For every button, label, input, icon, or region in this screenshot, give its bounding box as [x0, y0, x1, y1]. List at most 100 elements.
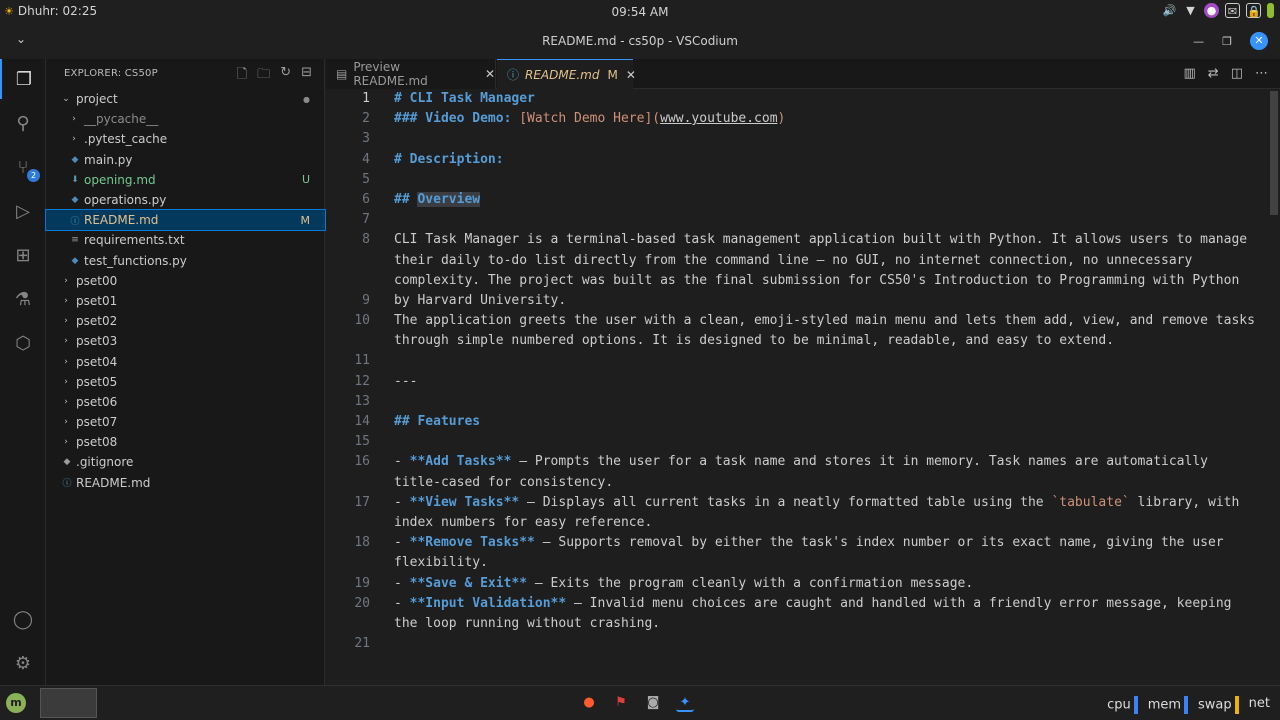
code-line[interactable]: 4 # Description:	[326, 150, 1266, 170]
token: www.youtube.com	[660, 111, 778, 127]
tree-folder[interactable]: › pset00	[46, 271, 325, 291]
code-line[interactable]: 15	[326, 432, 1266, 452]
compare-changes-icon[interactable]: ⇄	[1208, 66, 1219, 81]
code-line[interactable]: 6 ## Overview	[326, 190, 1266, 210]
tree-item[interactable]: ◆ test_functions.py	[46, 251, 325, 271]
source-control-icon[interactable]: ⑂ 2	[0, 147, 46, 187]
more-actions-icon[interactable]: ⋯	[1255, 66, 1268, 81]
wifi-icon[interactable]: ▼	[1183, 3, 1198, 18]
vpn-icon[interactable]: ●	[1204, 3, 1219, 18]
tree-folder[interactable]: › pset07	[46, 412, 325, 432]
chat-icon[interactable]: ✉	[1225, 3, 1240, 18]
swap-monitor[interactable]: swap	[1198, 696, 1239, 714]
close-icon[interactable]: ✕	[626, 68, 636, 82]
vscodium-icon[interactable]: ✦	[676, 694, 694, 712]
taskbar-window-vscodium[interactable]	[40, 688, 97, 718]
tree-item[interactable]: ≡ requirements.txt	[46, 230, 325, 250]
code-line[interactable]: 16 - **Add Tasks** — Prompts the user for…	[326, 452, 1266, 492]
close-window-button[interactable]: ✕	[1250, 32, 1268, 50]
line-number: 9	[362, 292, 370, 308]
code-line[interactable]: 2 ### Video Demo: [Watch Demo Here](www.y…	[326, 109, 1266, 129]
tree-folder[interactable]: › pset03	[46, 331, 325, 351]
line-number: 13	[354, 393, 370, 409]
maximize-button[interactable]: ❐	[1222, 35, 1232, 48]
chevron-right-icon: ›	[64, 275, 68, 286]
open-preview-icon[interactable]: ▥	[1184, 66, 1196, 81]
tab-readme[interactable]: ⓘ README.md M ✕	[497, 59, 636, 89]
token: -	[394, 454, 410, 470]
firefox-icon[interactable]: ●	[580, 694, 598, 712]
tree-item[interactable]: › __pycache__	[46, 109, 325, 129]
remote-icon[interactable]: ⬡	[0, 323, 46, 363]
run-debug-icon[interactable]: ▷	[0, 191, 46, 231]
tree-folder-project[interactable]: ⌄ project ●	[46, 89, 325, 109]
search-icon[interactable]: ⚲	[0, 103, 46, 143]
new-folder-icon[interactable]: 🗀	[257, 65, 270, 87]
close-icon[interactable]: ✕	[485, 67, 495, 81]
minimize-button[interactable]: —	[1193, 35, 1204, 48]
code-line[interactable]: 11	[326, 351, 1266, 371]
tree-item-selected[interactable]: ⓘ README.md M	[45, 209, 326, 232]
explorer-icon[interactable]: ❐	[0, 59, 46, 99]
code-line[interactable]: 8 CLI Task Manager is a terminal-based ta…	[326, 230, 1266, 308]
mint-menu-icon[interactable]: m	[6, 693, 26, 713]
extensions-icon[interactable]: ⊞	[0, 235, 46, 275]
account-icon[interactable]: ◯	[0, 599, 46, 639]
tree-item-label: pset01	[76, 293, 118, 308]
line-number: 14	[354, 414, 370, 430]
tree-item[interactable]: ◆ .gitignore	[46, 452, 325, 472]
net-monitor[interactable]: net	[1249, 696, 1270, 714]
code-line[interactable]: 13	[326, 392, 1266, 412]
code-line[interactable]: 17 - **View Tasks** — Displays all curren…	[326, 493, 1266, 533]
flameshot-icon[interactable]: ⚑	[612, 694, 630, 712]
code-line[interactable]: 21	[326, 634, 1266, 654]
tree-folder[interactable]: › pset08	[46, 432, 325, 452]
token: **View Tasks**	[409, 494, 520, 510]
tree-folder[interactable]: › pset02	[46, 311, 325, 331]
code-line[interactable]: 20 - **Input Validation** — Invalid menu …	[326, 594, 1266, 634]
code-line[interactable]: 5	[326, 170, 1266, 190]
collapse-all-icon[interactable]: ⊟	[301, 65, 312, 87]
code-line[interactable]: 10 The application greets the user with a…	[326, 311, 1266, 351]
code-line[interactable]: 7	[326, 210, 1266, 230]
cpu-monitor[interactable]: cpu	[1107, 696, 1138, 714]
tree-item[interactable]: › .pytest_cache	[46, 129, 325, 149]
tree-item[interactable]: ◆ main.py	[46, 150, 325, 170]
system-clock[interactable]: 09:54 AM	[0, 5, 1280, 19]
tree-folder[interactable]: › pset05	[46, 372, 325, 392]
testing-icon[interactable]: ⚗	[0, 279, 46, 319]
code-line[interactable]: 9	[326, 291, 1266, 311]
refresh-icon[interactable]: ↻	[280, 65, 291, 87]
tree-folder[interactable]: › pset06	[46, 392, 325, 412]
code-line[interactable]: 14 ## Features	[326, 412, 1266, 432]
lock-icon[interactable]: 🔒	[1246, 3, 1261, 18]
tab-modified: M	[607, 67, 618, 82]
new-file-icon[interactable]: 🗋	[237, 65, 247, 87]
tree-folder[interactable]: › pset04	[46, 351, 325, 371]
code-line[interactable]: 12 ---	[326, 372, 1266, 392]
tab-preview-readme[interactable]: ▤ Preview README.md ✕	[326, 59, 496, 89]
code-line[interactable]: 3	[326, 129, 1266, 149]
mem-monitor[interactable]: mem	[1148, 696, 1189, 714]
battery-icon[interactable]	[1267, 3, 1274, 18]
tree-item-label: pset05	[76, 374, 118, 389]
screenshot-icon[interactable]: ◙	[644, 694, 662, 712]
code-line[interactable]: 18 - **Remove Tasks** — Supports removal …	[326, 533, 1266, 573]
markdown-file-icon: ⬇	[71, 174, 79, 185]
code-editor[interactable]: 1 # CLI Task Manager 2 ### Video Demo: [Wat…	[326, 89, 1266, 654]
tree-item-label: .pytest_cache	[84, 132, 168, 147]
code-line[interactable]: 19 - **Save & Exit** — Exits the program …	[326, 574, 1266, 594]
line-text: ---	[394, 372, 1258, 392]
split-editor-icon[interactable]: ◫	[1231, 66, 1243, 81]
tree-folder[interactable]: › pset01	[46, 291, 325, 311]
tree-item[interactable]: ⓘ README.md	[46, 473, 325, 493]
chevron-right-icon: ›	[64, 417, 68, 428]
tree-item[interactable]: ◆ operations.py	[46, 190, 325, 210]
volume-icon[interactable]: 🔊	[1162, 3, 1177, 18]
editor-scrollbar[interactable]	[1270, 91, 1278, 215]
code-line[interactable]: 1 # CLI Task Manager	[326, 89, 1266, 109]
tree-item[interactable]: ⬇ opening.md U	[46, 170, 325, 190]
gear-icon[interactable]: ⚙	[0, 643, 46, 683]
token: Overview	[417, 191, 481, 207]
python-file-icon: ◆	[71, 154, 79, 165]
